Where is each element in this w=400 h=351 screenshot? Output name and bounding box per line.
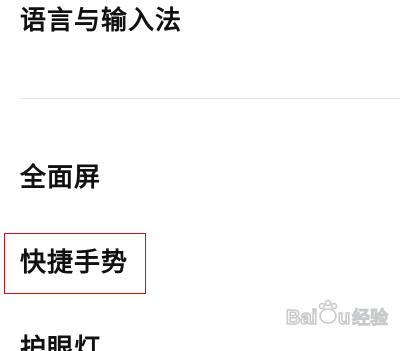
settings-item-full-screen[interactable]: 全面屏 — [0, 165, 400, 191]
svg-text:Bai: Bai — [286, 307, 317, 329]
settings-item-language-input[interactable]: 语言与输入法 — [0, 8, 400, 34]
svg-text:经验: 经验 — [352, 308, 388, 329]
settings-item-eye-protection[interactable]: 护眼灯 — [0, 336, 400, 351]
settings-item-label: 护眼灯 — [20, 334, 102, 351]
settings-item-label: 全面屏 — [20, 163, 102, 193]
baidu-watermark-logo: Bai u 经验 — [284, 296, 394, 336]
highlight-annotation-box — [4, 233, 146, 294]
settings-item-label: 语言与输入法 — [20, 6, 183, 36]
section-divider — [20, 98, 400, 99]
svg-text:u: u — [338, 307, 350, 329]
settings-screen: 语言与输入法 全面屏 快捷手势 护眼灯 Bai u 经验 — [0, 0, 400, 351]
baidu-paw-icon: Bai u 经验 — [285, 299, 389, 330]
